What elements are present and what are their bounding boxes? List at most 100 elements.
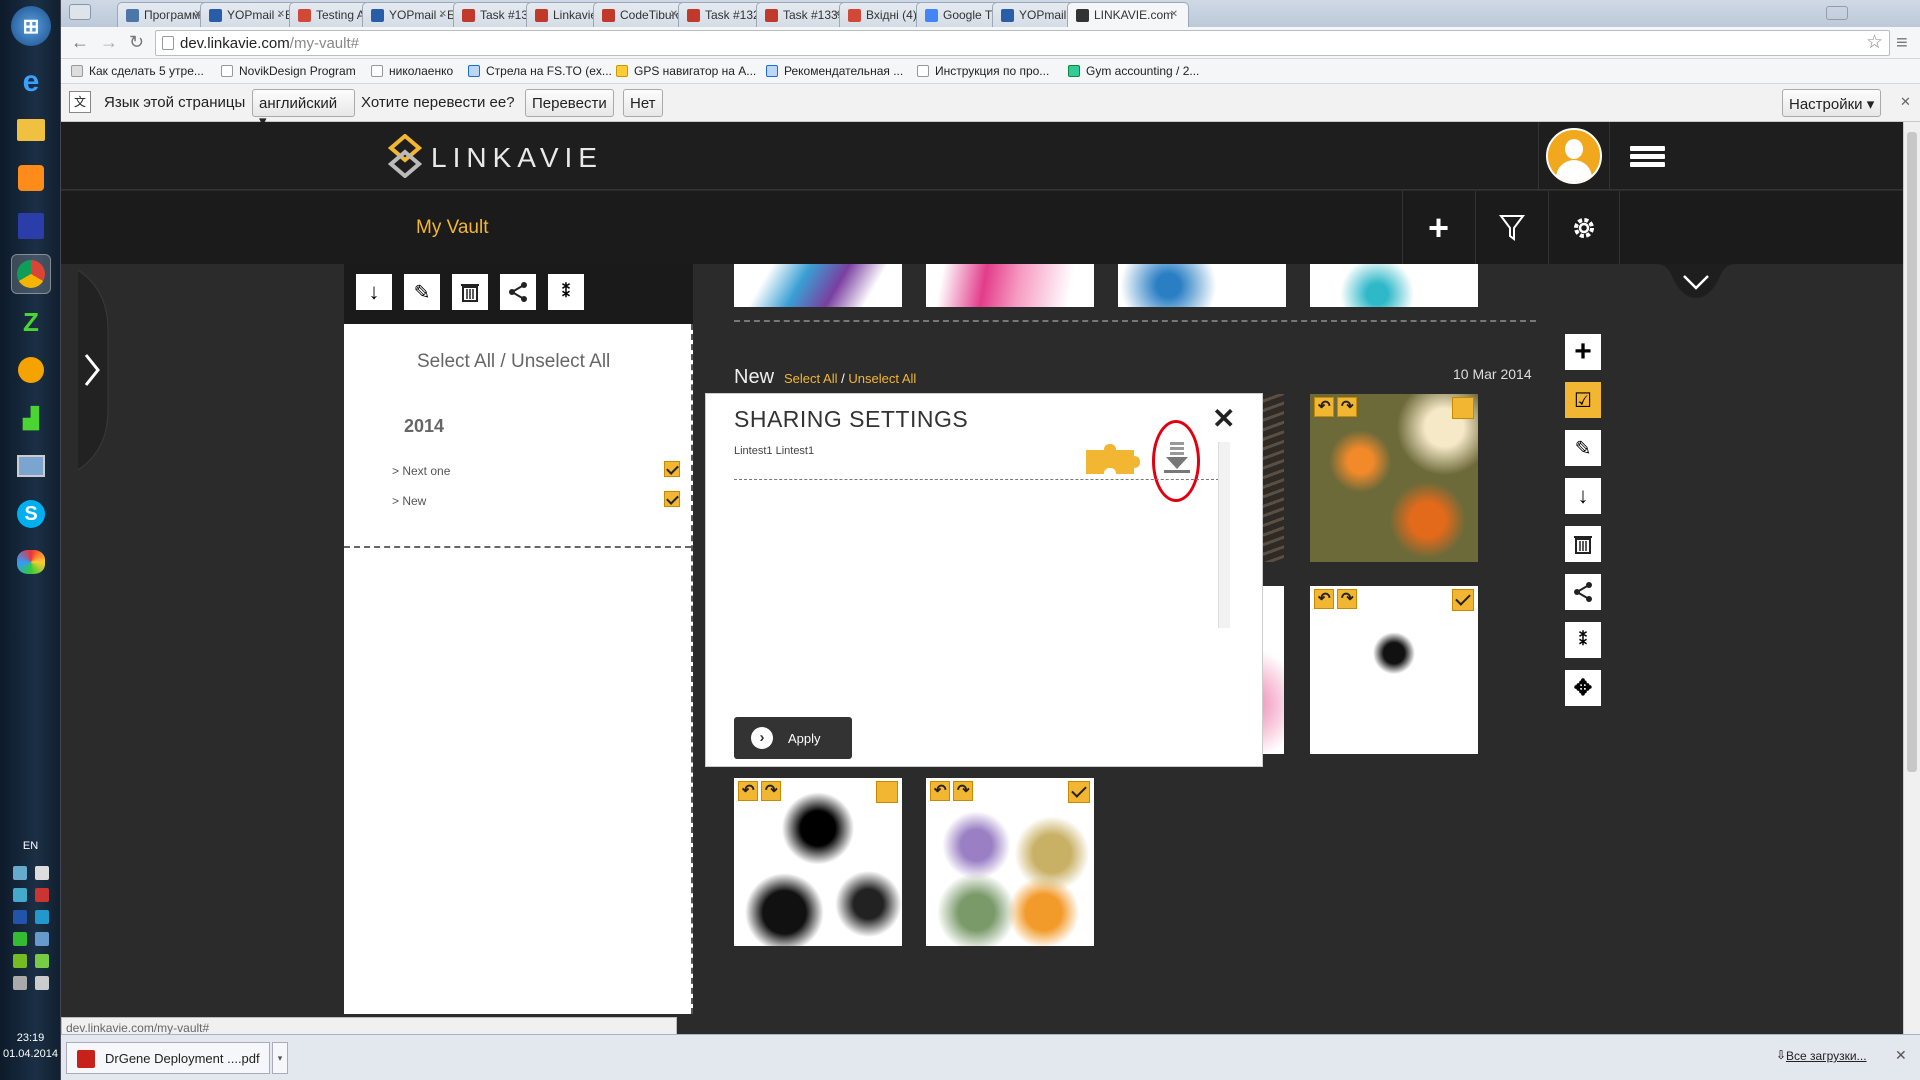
tray-icon[interactable]	[35, 866, 49, 880]
bookmark-item[interactable]: NovikDesign Program	[221, 64, 356, 78]
expand-sidebar-handle[interactable]	[78, 270, 124, 470]
translate-button[interactable]: Перевести	[525, 89, 614, 117]
rotate-right-button[interactable]	[953, 781, 973, 801]
app-chart-icon[interactable]: ▟	[11, 398, 51, 438]
bookmark-item[interactable]: николаенко	[371, 64, 453, 78]
avatar[interactable]	[1545, 128, 1602, 184]
chrome-icon[interactable]	[11, 254, 51, 294]
logo-icon[interactable]	[388, 134, 422, 178]
close-icon[interactable]: ✕	[1212, 402, 1235, 435]
app-green-icon[interactable]: Z	[11, 302, 51, 342]
tray-icon[interactable]	[13, 932, 27, 946]
thumbnail[interactable]	[1310, 586, 1478, 754]
ie-icon[interactable]: e	[11, 62, 51, 102]
folder-item[interactable]: > Next one	[392, 464, 450, 478]
volume-icon[interactable]	[35, 976, 49, 990]
rotate-left-button[interactable]	[738, 781, 758, 801]
paint-icon[interactable]	[11, 542, 51, 582]
user-menu[interactable]	[1538, 122, 1608, 190]
thumbnail[interactable]	[1310, 394, 1478, 562]
thumbnail[interactable]	[926, 264, 1094, 307]
folder-item[interactable]: > New	[392, 494, 426, 508]
browser-tab[interactable]: YOPmail - Би✕	[362, 2, 458, 27]
close-tab-icon[interactable]: ✕	[670, 9, 678, 20]
close-icon[interactable]: ✕	[1895, 1047, 1907, 1064]
settings-button[interactable]	[1548, 191, 1620, 264]
download-button[interactable]: ↓	[1565, 478, 1601, 514]
explorer-icon[interactable]	[11, 110, 51, 150]
delete-button[interactable]	[452, 274, 488, 310]
share-button[interactable]	[500, 274, 536, 310]
browser-tab[interactable]: YOPmail - Би✕	[200, 2, 296, 27]
close-tab-icon[interactable]: ✕	[1170, 9, 1178, 20]
media-player-icon[interactable]	[11, 158, 51, 198]
tray-icon[interactable]	[35, 932, 49, 946]
select-checkbox[interactable]	[1452, 589, 1474, 611]
folder-checkbox[interactable]	[664, 491, 680, 507]
bookmark-item[interactable]: Gym accounting / 2...	[1068, 64, 1199, 78]
permissions-button[interactable]: ⁑	[1565, 622, 1601, 658]
edit-button[interactable]: ✎	[404, 274, 440, 310]
apps-icon[interactable]	[69, 4, 91, 20]
unselect-all-link[interactable]: Unselect All	[848, 371, 916, 386]
rotate-right-button[interactable]	[761, 781, 781, 801]
tray-icon[interactable]	[13, 866, 27, 880]
chrome-menu-icon[interactable]: ≡	[1896, 32, 1908, 55]
main-menu-button[interactable]	[1609, 122, 1684, 190]
permissions-button[interactable]: ⁑	[548, 274, 584, 310]
clock-date[interactable]: 01.04.2014	[0, 1048, 61, 1060]
move-button[interactable]: ✥	[1565, 670, 1601, 706]
bookmark-item[interactable]: GPS навигатор на A...	[616, 64, 756, 78]
add-button[interactable]: +	[1402, 191, 1474, 264]
select-checkbox[interactable]	[1452, 397, 1474, 419]
bookmark-item[interactable]: Рекомендательная ...	[766, 64, 903, 78]
select-checkbox[interactable]	[1068, 781, 1090, 803]
language-select[interactable]: английский ▾	[252, 89, 355, 130]
language-indicator[interactable]: EN	[0, 840, 61, 852]
close-tab-icon[interactable]: ✕	[439, 9, 447, 20]
skype-icon[interactable]: S	[11, 494, 51, 534]
thumbnail[interactable]	[1310, 264, 1478, 307]
thumbnail[interactable]	[926, 778, 1094, 946]
all-downloads-link[interactable]: Все загрузки...	[1786, 1049, 1867, 1063]
bookmark-item[interactable]: Как сделать 5 утре...	[71, 64, 204, 78]
thumbnail[interactable]	[734, 778, 902, 946]
tray-icon[interactable]	[35, 910, 49, 924]
clock-time[interactable]: 23:19	[0, 1032, 61, 1044]
browser-tab[interactable]: Программа т ✕	[117, 2, 213, 27]
logo-text[interactable]: LINKAVIE	[431, 142, 603, 174]
modal-scrollbar[interactable]	[1218, 442, 1230, 628]
scrollbar-thumb[interactable]	[1907, 132, 1917, 772]
select-checkbox[interactable]	[876, 781, 898, 803]
monitor-icon[interactable]	[11, 446, 51, 486]
select-mode-button[interactable]: ☑	[1565, 382, 1601, 418]
windows-start-icon[interactable]: ⊞	[11, 6, 51, 46]
close-infobar-icon[interactable]: ✕	[1900, 94, 1911, 110]
browser-tab[interactable]: CodeTiburon ✕	[593, 2, 689, 27]
tray-icon[interactable]	[35, 888, 49, 902]
rotate-left-button[interactable]	[1314, 589, 1334, 609]
share-button[interactable]	[1565, 574, 1601, 610]
select-all-link[interactable]: Select All	[784, 371, 837, 386]
bookmark-star-icon[interactable]: ☆	[1866, 31, 1883, 54]
collapse-tab[interactable]	[1656, 264, 1736, 306]
reload-icon[interactable]: ↻	[129, 32, 144, 53]
select-all-toggle[interactable]: Select All / Unselect All	[417, 351, 610, 373]
folder-checkbox[interactable]	[664, 461, 680, 477]
rotate-left-button[interactable]	[1314, 397, 1334, 417]
no-translate-button[interactable]: Нет	[623, 89, 663, 117]
rotate-left-button[interactable]	[930, 781, 950, 801]
nvidia-icon[interactable]	[13, 954, 27, 968]
thumbnail[interactable]	[1118, 264, 1286, 307]
download-button[interactable]: ↓	[356, 274, 392, 310]
app-orange-icon[interactable]	[11, 350, 51, 390]
tray-icon[interactable]	[35, 954, 49, 968]
edit-button[interactable]: ✎	[1565, 430, 1601, 466]
bookmark-item[interactable]: Стрела на FS.TO (ex...	[468, 64, 612, 78]
download-menu-button[interactable]: ▾	[272, 1042, 288, 1074]
add-button[interactable]: +	[1565, 334, 1601, 370]
download-item[interactable]: DrGene Deployment ....pdf	[66, 1042, 270, 1074]
tray-icon[interactable]	[13, 888, 27, 902]
filter-button[interactable]	[1475, 191, 1547, 264]
forward-icon[interactable]: →	[100, 32, 118, 53]
